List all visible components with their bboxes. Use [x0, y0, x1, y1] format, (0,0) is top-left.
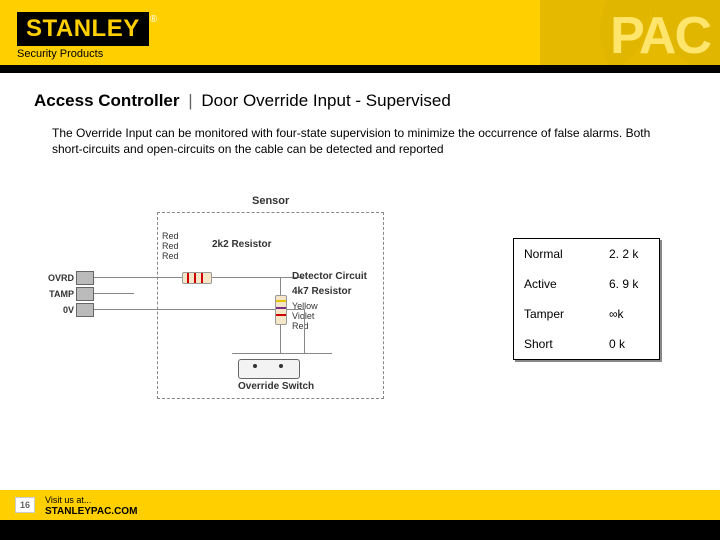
brand-sub: Security Products	[17, 48, 157, 60]
state-val: 2. 2 k	[609, 247, 649, 261]
stanley-logo: STANLEY® Security Products	[17, 12, 157, 60]
footer: 16 Visit us at... STANLEYPAC.COM	[0, 490, 720, 540]
state-val: 0 k	[609, 337, 649, 351]
slide-number: 16	[15, 497, 35, 513]
state-val: ∞k	[609, 307, 649, 321]
title-sep: |	[188, 91, 192, 110]
terminal-0v: 0V	[42, 305, 74, 315]
title-bold: Access Controller	[34, 91, 180, 110]
switch-label: Override Switch	[238, 381, 314, 392]
detector-label: Detector Circuit	[292, 271, 367, 282]
r22-bands: Red Red Red	[162, 231, 179, 261]
terminal-block: OVRD TAMP 0V	[42, 270, 94, 318]
sensor-label: Sensor	[252, 195, 289, 207]
table-row: Short 0 k	[514, 329, 659, 359]
header-banner: STANLEY® Security Products PAC	[0, 0, 720, 73]
state-table: Normal 2. 2 k Active 6. 9 k Tamper ∞k Sh…	[513, 238, 660, 360]
state-val: 6. 9 k	[609, 277, 649, 291]
table-row: Normal 2. 2 k	[514, 239, 659, 269]
brand-right: PAC	[610, 6, 710, 66]
content-area: Access Controller | Door Override Input …	[0, 73, 720, 157]
table-row: Tamper ∞k	[514, 299, 659, 329]
r22-name: 2k2 Resistor	[212, 239, 271, 250]
visit-url: STANLEYPAC.COM	[45, 506, 137, 517]
override-switch	[238, 359, 300, 379]
resistor-4k7	[275, 295, 287, 325]
state-name: Normal	[524, 247, 609, 261]
body-text: The Override Input can be monitored with…	[52, 125, 676, 157]
state-name: Short	[524, 337, 609, 351]
terminal-tamp: TAMP	[42, 289, 74, 299]
state-name: Tamper	[524, 307, 609, 321]
visit-us: Visit us at... STANLEYPAC.COM	[45, 495, 137, 517]
title-rest: Door Override Input - Supervised	[201, 91, 450, 110]
slide-title: Access Controller | Door Override Input …	[34, 91, 686, 111]
terminal-ovrd: OVRD	[42, 273, 74, 283]
circuit-diagram: Sensor OVRD TAMP 0V Red Red Red 2k2 Resi…	[2, 195, 402, 415]
resistor-2k2	[182, 272, 212, 284]
pac-logo: PAC	[540, 0, 720, 73]
brand-reg: ®	[150, 14, 157, 25]
brand-main: STANLEY	[17, 12, 149, 46]
state-name: Active	[524, 277, 609, 291]
table-row: Active 6. 9 k	[514, 269, 659, 299]
r47-name: 4k7 Resistor	[292, 286, 351, 297]
